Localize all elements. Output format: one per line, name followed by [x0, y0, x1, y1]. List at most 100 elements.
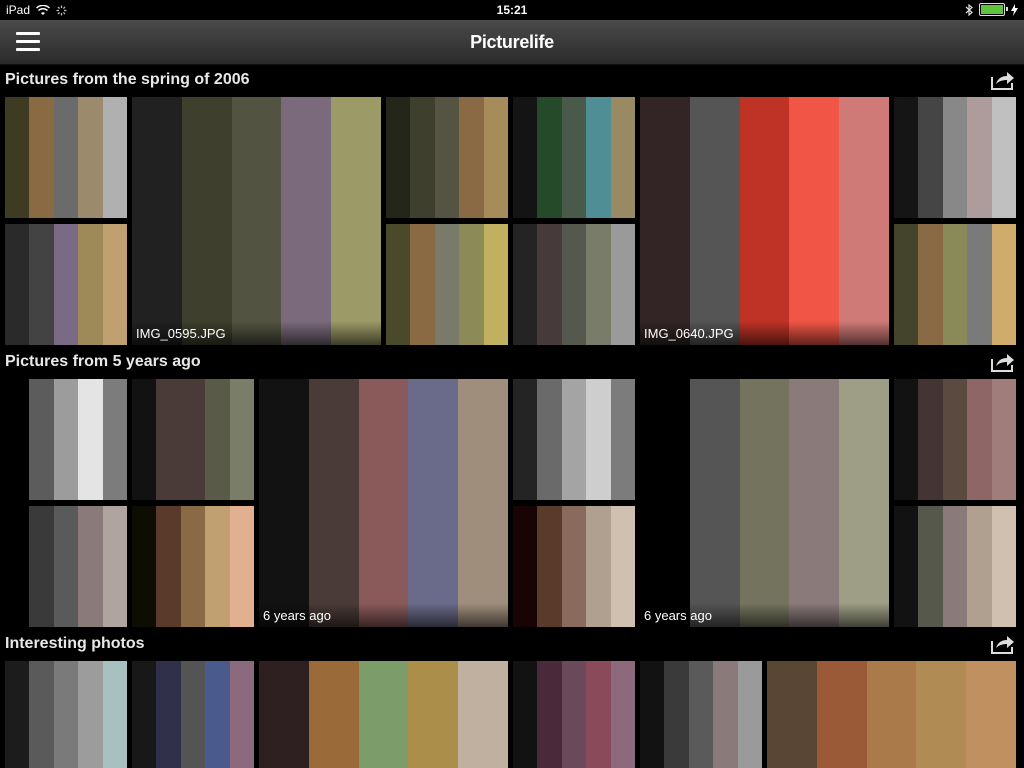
photo-thumbnail[interactable] [513, 224, 635, 345]
section-header: Pictures from 5 years ago [0, 346, 1024, 378]
photo-stripe [180, 661, 206, 768]
photo-stripe [561, 506, 587, 627]
photo-stripe [839, 97, 889, 345]
photo-thumbnail[interactable] [5, 506, 127, 627]
photo-thumbnail[interactable] [259, 661, 508, 768]
photo-stripe [640, 379, 690, 627]
photo-caption: IMG_0640.JPG [640, 321, 889, 345]
photo-stripe [78, 224, 103, 345]
photo-thumbnail[interactable]: 6 years ago [259, 379, 508, 627]
photo-stripe [29, 97, 54, 218]
photo-stripe [737, 661, 762, 768]
photo-stripe [894, 97, 919, 218]
photo-thumbnail[interactable] [513, 661, 635, 768]
photo-stripe [358, 379, 409, 627]
photo-stripe [102, 379, 127, 500]
photo-stripe [967, 379, 992, 500]
photo-stripe [308, 661, 359, 768]
photo-stripe [205, 661, 230, 768]
photo-stripe [918, 224, 943, 345]
photo-thumbnail[interactable] [386, 97, 508, 218]
photo-stripe [537, 97, 562, 218]
photo-stripe [918, 379, 943, 500]
photo-stripe [483, 224, 508, 345]
photo-thumbnail[interactable] [513, 379, 635, 500]
photo-stripe [942, 224, 968, 345]
battery-level [981, 5, 1003, 14]
photo-stripe [180, 506, 206, 627]
photo-stripe [513, 224, 538, 345]
status-right [965, 3, 1018, 16]
photo-stripe [281, 97, 332, 345]
photo-thumbnail[interactable] [767, 661, 1016, 768]
photo-stripe [331, 97, 381, 345]
photo-stripe [640, 97, 690, 345]
photo-stripe [102, 224, 127, 345]
app-title: Picturelife [470, 32, 554, 52]
photo-thumbnail[interactable] [894, 97, 1016, 218]
photo-stripe [610, 379, 635, 500]
photo-stripe [358, 661, 409, 768]
photo-stripe [561, 379, 587, 500]
photo-stripe [991, 97, 1016, 218]
navigation-bar: Picturelife [0, 20, 1024, 65]
photo-stripe [5, 506, 30, 627]
photo-stripe [610, 97, 635, 218]
photo-stripe [78, 97, 103, 218]
photo-thumbnail[interactable] [386, 224, 508, 345]
photo-thumbnail[interactable] [132, 379, 254, 500]
photo-stripe [537, 661, 562, 768]
photo-thumbnail[interactable]: IMG_0595.JPG [132, 97, 381, 345]
photo-stripe [180, 379, 206, 500]
photo-stripe [132, 379, 157, 500]
photo-stripe [610, 224, 635, 345]
share-icon[interactable] [990, 633, 1016, 655]
photo-stripe [537, 379, 562, 500]
photo-thumbnail[interactable] [640, 661, 762, 768]
photo-stripe [205, 379, 230, 500]
photo-stripe [29, 661, 54, 768]
photo-thumbnail[interactable] [5, 661, 127, 768]
photo-thumbnail[interactable] [5, 379, 127, 500]
photo-stripe [5, 97, 30, 218]
photo-caption: 6 years ago [640, 603, 889, 627]
status-time: 15:21 [496, 3, 528, 17]
photo-stripe [839, 379, 889, 627]
photo-thumbnail[interactable] [5, 224, 127, 345]
photo-thumbnail[interactable]: IMG_0640.JPG [640, 97, 889, 345]
photo-thumbnail[interactable] [894, 506, 1016, 627]
photo-stripe [53, 661, 79, 768]
photo-thumbnail[interactable] [132, 661, 254, 768]
photo-stripe [586, 379, 611, 500]
photo-stripe [991, 506, 1016, 627]
photo-thumbnail[interactable] [513, 97, 635, 218]
photo-stripe [156, 379, 181, 500]
photo-stripe [664, 661, 689, 768]
photo-thumbnail[interactable] [132, 506, 254, 627]
photo-stripe [967, 224, 992, 345]
photo-stripe [386, 97, 411, 218]
share-icon[interactable] [990, 69, 1016, 91]
photo-stripe [713, 661, 738, 768]
photo-stripe [918, 506, 943, 627]
photo-stripe [102, 506, 127, 627]
share-icon[interactable] [990, 351, 1016, 373]
photo-thumbnail[interactable] [513, 506, 635, 627]
photo-thumbnail[interactable] [894, 224, 1016, 345]
photo-stripe [894, 506, 919, 627]
photo-stripe [640, 661, 665, 768]
photo-stripe [434, 97, 460, 218]
photo-stripe [458, 379, 508, 627]
photo-stripe [561, 97, 587, 218]
photo-stripe [408, 661, 459, 768]
photo-stripe [688, 661, 714, 768]
photo-stripe [259, 661, 309, 768]
photo-stripe [916, 661, 967, 768]
photo-thumbnail[interactable] [894, 379, 1016, 500]
photo-thumbnail[interactable] [5, 97, 127, 218]
photo-stripe [610, 661, 635, 768]
photo-stripe [53, 379, 79, 500]
photo-stripe [767, 661, 817, 768]
photo-stripe [918, 97, 943, 218]
photo-thumbnail[interactable]: 6 years ago [640, 379, 889, 627]
